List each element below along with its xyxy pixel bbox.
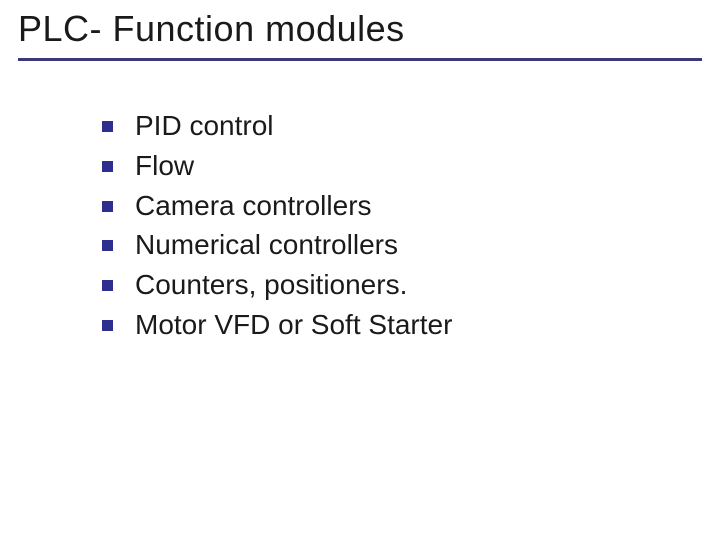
list-item: Counters, positioners. [102, 266, 702, 304]
title-underline [18, 58, 702, 61]
list-item-text: Camera controllers [135, 187, 372, 225]
list-item: Numerical controllers [102, 226, 702, 264]
list-item-text: Motor VFD or Soft Starter [135, 306, 452, 344]
slide: PLC- Function modules PID control Flow C… [0, 0, 720, 540]
list-item: Motor VFD or Soft Starter [102, 306, 702, 344]
list-item-text: Counters, positioners. [135, 266, 407, 304]
square-bullet-icon [102, 201, 113, 212]
bullet-list: PID control Flow Camera controllers Nume… [102, 107, 702, 344]
list-item: Flow [102, 147, 702, 185]
list-item: Camera controllers [102, 187, 702, 225]
square-bullet-icon [102, 121, 113, 132]
list-item: PID control [102, 107, 702, 145]
list-item-text: Numerical controllers [135, 226, 398, 264]
list-item-text: PID control [135, 107, 274, 145]
square-bullet-icon [102, 280, 113, 291]
square-bullet-icon [102, 240, 113, 251]
square-bullet-icon [102, 320, 113, 331]
list-item-text: Flow [135, 147, 194, 185]
square-bullet-icon [102, 161, 113, 172]
slide-title: PLC- Function modules [18, 8, 702, 56]
